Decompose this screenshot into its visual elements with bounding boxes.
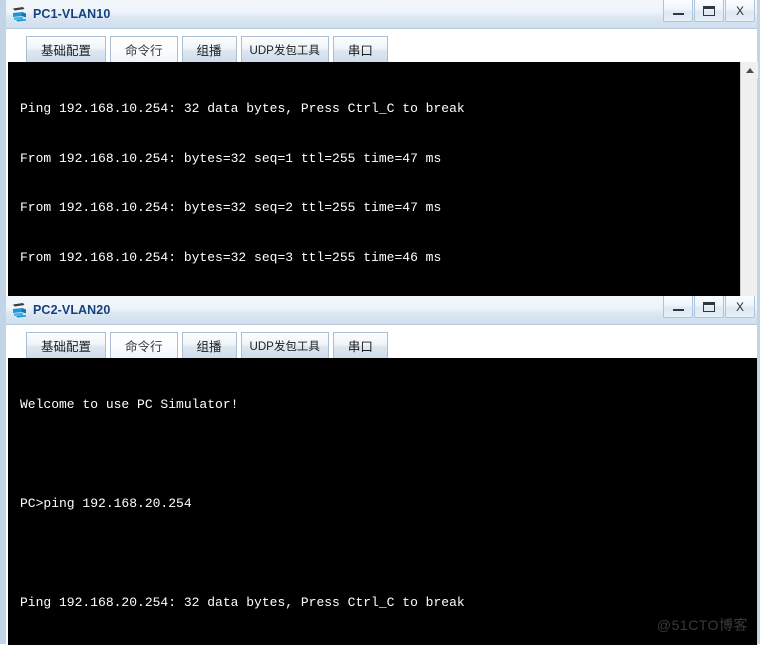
terminal-output-pc1[interactable]: Ping 192.168.10.254: 32 data bytes, Pres… <box>8 62 740 309</box>
tabstrip-pc1: 基础配置 命令行 组播 UDP发包工具 串口 <box>6 29 757 62</box>
minimize-icon <box>673 309 684 311</box>
terminal-line <box>20 447 757 464</box>
window-controls-pc2: X <box>662 296 755 319</box>
terminal-line: From 192.168.10.254: bytes=32 seq=2 ttl=… <box>20 200 740 217</box>
titlebar-pc2[interactable]: PC2-VLAN20 X <box>6 296 757 325</box>
minimize-icon <box>673 13 684 15</box>
terminal-line: Welcome to use PC Simulator! <box>20 397 757 414</box>
chevron-up-icon <box>746 68 754 73</box>
window-title: PC2-VLAN20 <box>33 304 110 317</box>
close-icon: X <box>736 301 744 313</box>
tab-command-line[interactable]: 命令行 <box>110 332 178 358</box>
terminal-line: From 192.168.10.254: bytes=32 seq=3 ttl=… <box>20 250 740 267</box>
tab-serial-port[interactable]: 串口 <box>333 36 388 62</box>
terminal-scrollbar-pc1[interactable] <box>740 62 757 309</box>
maximize-icon <box>703 6 715 16</box>
terminal-area-pc2: Welcome to use PC Simulator! PC>ping 192… <box>6 358 757 645</box>
tab-command-line[interactable]: 命令行 <box>110 36 178 62</box>
terminal-line: From 192.168.10.254: bytes=32 seq=1 ttl=… <box>20 151 740 168</box>
tab-serial-port[interactable]: 串口 <box>333 332 388 358</box>
pc-simulator-icon <box>10 300 30 320</box>
window-title: PC1-VLAN10 <box>33 8 110 21</box>
close-button[interactable]: X <box>725 296 755 318</box>
tabstrip-pc2: 基础配置 命令行 组播 UDP发包工具 串口 <box>6 325 757 358</box>
titlebar-pc1[interactable]: PC1-VLAN10 X <box>6 0 757 29</box>
tab-udp-tool[interactable]: UDP发包工具 <box>241 36 329 62</box>
tab-basic-config[interactable]: 基础配置 <box>26 36 106 62</box>
terminal-area-pc1: Ping 192.168.10.254: 32 data bytes, Pres… <box>6 62 757 309</box>
terminal-line: Ping 192.168.20.254: 32 data bytes, Pres… <box>20 595 757 612</box>
scrollbar-track[interactable] <box>741 78 757 309</box>
maximize-icon <box>703 302 715 312</box>
maximize-button[interactable] <box>694 296 724 318</box>
pc-simulator-icon <box>10 4 30 24</box>
tab-multicast[interactable]: 组播 <box>182 36 237 62</box>
tab-basic-config[interactable]: 基础配置 <box>26 332 106 358</box>
close-icon: X <box>736 5 744 17</box>
window-pc2[interactable]: PC2-VLAN20 X 基础配置 命令行 组播 UDP发包工具 串口 Welc… <box>0 296 760 644</box>
watermark: @51CTO博客 <box>657 615 748 635</box>
scroll-up-button[interactable] <box>741 62 758 78</box>
minimize-button[interactable] <box>663 0 693 22</box>
tab-udp-tool[interactable]: UDP发包工具 <box>241 332 329 358</box>
window-pc1[interactable]: PC1-VLAN10 X 基础配置 命令行 组播 UDP发包工具 串口 Ping… <box>0 0 760 308</box>
terminal-line <box>20 546 757 563</box>
close-button[interactable]: X <box>725 0 755 22</box>
terminal-line: Ping 192.168.10.254: 32 data bytes, Pres… <box>20 101 740 118</box>
maximize-button[interactable] <box>694 0 724 22</box>
terminal-output-pc2[interactable]: Welcome to use PC Simulator! PC>ping 192… <box>8 358 757 645</box>
tab-multicast[interactable]: 组播 <box>182 332 237 358</box>
window-controls-pc1: X <box>662 0 755 23</box>
terminal-line: PC>ping 192.168.20.254 <box>20 496 757 513</box>
minimize-button[interactable] <box>663 296 693 318</box>
